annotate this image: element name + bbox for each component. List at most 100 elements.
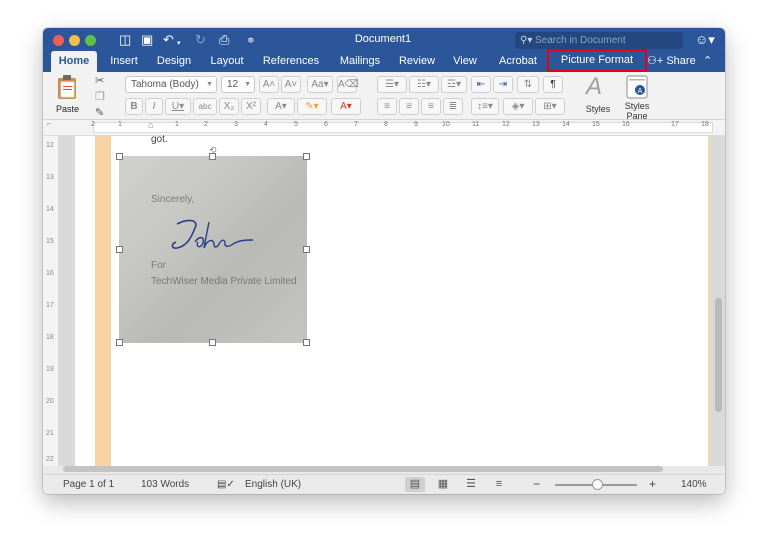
line-spacing-button[interactable]: ↕≡▾ (471, 98, 499, 115)
subscript-button[interactable]: X₂ (219, 98, 239, 115)
print-layout-view-button[interactable]: ▤ (405, 477, 425, 492)
bold-button[interactable]: B (125, 98, 143, 115)
search-icon: ⚲▾ (520, 35, 533, 46)
outline-view-button[interactable]: ☰ (461, 477, 481, 492)
paint-bucket-icon: ◈▾ (511, 101, 525, 112)
sidebar-toggle-icon[interactable]: ◫ (119, 32, 131, 48)
share-button[interactable]: ⚇+ Share (647, 51, 696, 72)
print-icon[interactable]: ⎙ (219, 32, 229, 48)
minimize-window-button[interactable] (69, 35, 80, 46)
tab-review[interactable]: Review (395, 51, 439, 72)
clipboard-icon[interactable] (56, 74, 78, 100)
customize-toolbar-icon[interactable]: ≑ (247, 32, 255, 48)
font-size-select[interactable]: 12 ▼ (221, 76, 255, 93)
styles-pane-icon[interactable]: A (626, 75, 648, 99)
tab-acrobat[interactable]: Acrobat (491, 51, 545, 72)
collapse-ribbon-button[interactable]: ⌃ (703, 51, 712, 72)
signature-image[interactable]: Sincerely, For TechWiser Media Private L… (119, 156, 307, 343)
page-count[interactable]: Page 1 of 1 (63, 479, 114, 490)
tab-view[interactable]: View (447, 51, 483, 72)
strikethrough-button[interactable]: abc (193, 98, 217, 115)
search-placeholder: Search in Document (535, 35, 626, 46)
horizontal-ruler[interactable]: ⌐ 2 1 ⌂ 1 2 3 4 5 6 7 8 9 10 11 12 13 14… (43, 120, 725, 136)
ruler-num: 2 (204, 121, 208, 128)
sort-button[interactable]: ⇅ (517, 76, 539, 93)
multilevel-list-button[interactable]: ☲▾ (441, 76, 467, 93)
undo-dropdown-icon[interactable]: ▾ (177, 36, 181, 52)
font-name-select[interactable]: Tahoma (Body) ▼ (125, 76, 217, 93)
resize-handle-right[interactable] (303, 246, 310, 253)
draft-view-button[interactable]: ≡ (489, 477, 509, 492)
resize-handle-bottom-right[interactable] (303, 339, 310, 346)
decrease-indent-button[interactable]: ⇤ (471, 76, 491, 93)
vertical-ruler[interactable]: 12 13 14 15 16 17 18 19 20 21 22 (43, 136, 59, 466)
save-icon[interactable]: ▣ (141, 32, 153, 48)
search-input[interactable]: ⚲▾ Search in Document (515, 32, 683, 49)
resize-handle-top-right[interactable] (303, 153, 310, 160)
align-center-button[interactable]: ≡ (399, 98, 419, 115)
align-right-button[interactable]: ≡ (421, 98, 441, 115)
numbering-button[interactable]: ☷▾ (409, 76, 439, 93)
tab-stop-icon[interactable]: ⌐ (47, 121, 51, 128)
document-page[interactable]: got. Sincerely, For TechWiser Media Priv… (75, 134, 710, 466)
tab-insert[interactable]: Insert (103, 51, 145, 72)
tab-mailings[interactable]: Mailings (333, 51, 387, 72)
superscript-button[interactable]: X² (241, 98, 261, 115)
grow-font-button[interactable]: A˄ (259, 76, 279, 93)
zoom-in-button[interactable]: + (649, 477, 656, 491)
text-effects-button[interactable]: A▾ (267, 98, 295, 115)
zoom-out-button[interactable]: − (533, 477, 540, 491)
proofing-icon[interactable]: ▤✓ (217, 479, 235, 490)
decrease-indent-icon: ⇤ (476, 79, 486, 90)
italic-button[interactable]: I (145, 98, 163, 115)
format-painter-icon[interactable]: ✎ (95, 106, 104, 120)
feedback-smiley-icon[interactable]: ☺▾ (695, 32, 715, 48)
ruler-num: 5 (294, 121, 298, 128)
bullets-button[interactable]: ☰▾ (377, 76, 407, 93)
word-window: ◫ ▣ ↶ ▾ ↻ ⎙ ≑ Document1 ⚲▾ Search in Doc… (43, 28, 725, 494)
styles-gallery-icon[interactable]: A (586, 74, 602, 100)
zoom-level[interactable]: 140% (681, 479, 707, 490)
shading-button[interactable]: ◈▾ (503, 98, 533, 115)
tab-picture-format[interactable]: Picture Format (547, 49, 647, 72)
vertical-scrollbar[interactable] (715, 298, 722, 412)
zoom-slider-thumb[interactable] (592, 479, 603, 490)
underline-button[interactable]: U▾ (165, 98, 191, 115)
ribbon-tabs: Home Insert Design Layout References Mai… (43, 49, 725, 72)
web-layout-view-button[interactable]: ▦ (433, 477, 453, 492)
resize-handle-bottom[interactable] (209, 339, 216, 346)
resize-handle-bottom-left[interactable] (116, 339, 123, 346)
ruler-track (93, 122, 713, 133)
borders-button[interactable]: ⊞▾ (535, 98, 565, 115)
copy-icon[interactable]: ❐ (95, 90, 105, 104)
show-formatting-button[interactable]: ¶ (543, 76, 563, 93)
undo-icon[interactable]: ↶ (163, 32, 174, 48)
redo-icon[interactable]: ↻ (195, 32, 206, 48)
horizontal-scrollbar[interactable] (63, 466, 663, 472)
align-left-button[interactable]: ≡ (377, 98, 397, 115)
resize-handle-left[interactable] (116, 246, 123, 253)
word-count[interactable]: 103 Words (141, 479, 189, 490)
language-label[interactable]: English (UK) (245, 479, 301, 490)
vruler-num: 22 (46, 456, 54, 463)
shrink-font-button[interactable]: A˅ (281, 76, 301, 93)
partial-text-line: got. (151, 134, 168, 145)
tab-home[interactable]: Home (51, 51, 97, 72)
justify-button[interactable]: ≣ (443, 98, 463, 115)
tab-layout[interactable]: Layout (205, 51, 249, 72)
tab-references[interactable]: References (257, 51, 325, 72)
highlight-color-button[interactable]: ✎▾ (297, 98, 327, 115)
ribbon-home: Paste ✂ ❐ ✎ Tahoma (Body) ▼ 12 ▼ A˄ A˅ Aa▾… (43, 72, 725, 121)
increase-indent-button[interactable]: ⇥ (493, 76, 513, 93)
zoom-window-button[interactable] (85, 35, 96, 46)
resize-handle-top[interactable] (209, 153, 216, 160)
indent-marker-icon[interactable]: ⌂ (148, 120, 153, 130)
change-case-button[interactable]: Aa▾ (307, 76, 333, 93)
clear-formatting-icon: A⌫ (338, 79, 359, 90)
font-color-button[interactable]: A▾ (331, 98, 361, 115)
clear-formatting-button[interactable]: A⌫ (337, 76, 359, 93)
tab-design[interactable]: Design (151, 51, 197, 72)
close-window-button[interactable] (53, 35, 64, 46)
cut-scissors-icon[interactable]: ✂ (95, 74, 104, 88)
resize-handle-top-left[interactable] (116, 153, 123, 160)
